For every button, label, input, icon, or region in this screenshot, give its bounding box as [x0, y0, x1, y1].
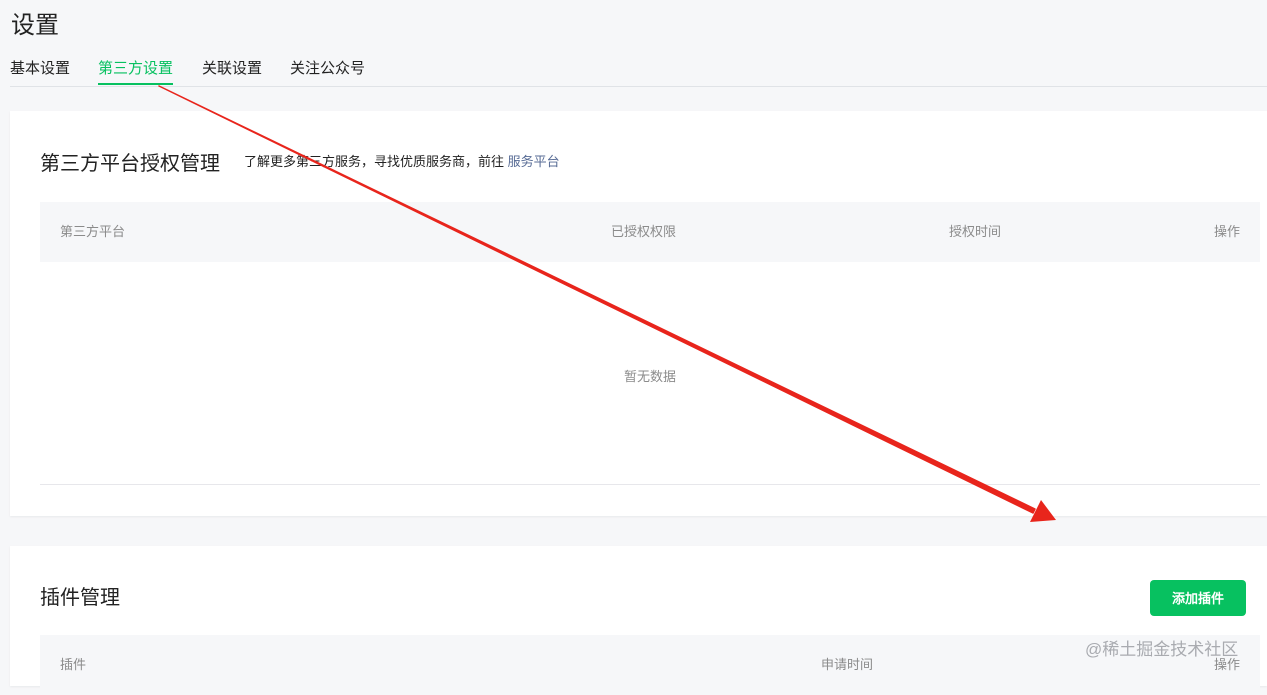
tab-third-party-settings[interactable]: 第三方设置: [98, 58, 174, 85]
third-party-auth-title: 第三方平台授权管理: [40, 153, 220, 175]
service-platform-link[interactable]: 服务平台: [508, 154, 560, 169]
third-party-table-header: 第三方平台 已授权权限 授权时间 操作: [40, 202, 1260, 262]
settings-tabs: 基本设置 第三方设置 关联设置 关注公众号: [10, 58, 1267, 87]
watermark-text: @稀土掘金技术社区: [1085, 640, 1239, 659]
column-header-authorized-time: 授权时间: [949, 224, 1002, 239]
column-header-actions: 操作: [1213, 224, 1240, 239]
column-header-plugin: 插件: [60, 657, 87, 672]
tab-follow-official-account[interactable]: 关注公众号: [290, 58, 365, 85]
third-party-description: 了解更多第三方服务，寻找优质服务商，前往 服务平台: [244, 151, 560, 170]
third-party-auth-card: 第三方平台授权管理 了解更多第三方服务，寻找优质服务商，前往 服务平台 第三方平…: [10, 111, 1267, 516]
table-bottom-divider: [40, 484, 1260, 485]
column-header-authorized-permissions: 已授权权限: [611, 224, 677, 239]
column-header-apply-time: 申请时间: [821, 657, 874, 672]
column-header-platform: 第三方平台: [60, 224, 126, 239]
empty-state-text: 暂无数据: [623, 369, 676, 384]
plugin-management-card: 插件管理 添加插件 插件 申请时间 操作: [10, 546, 1267, 695]
tab-basic-settings[interactable]: 基本设置: [10, 58, 70, 85]
page-title: 设置: [11, 12, 59, 39]
third-party-description-text: 了解更多第三方服务，寻找优质服务商，前往: [244, 154, 505, 169]
add-plugin-button[interactable]: 添加插件: [1150, 580, 1246, 616]
tab-linked-settings[interactable]: 关联设置: [202, 58, 262, 85]
plugin-table-header: 插件 申请时间 操作: [40, 635, 1260, 695]
plugin-management-title: 插件管理: [40, 587, 120, 609]
